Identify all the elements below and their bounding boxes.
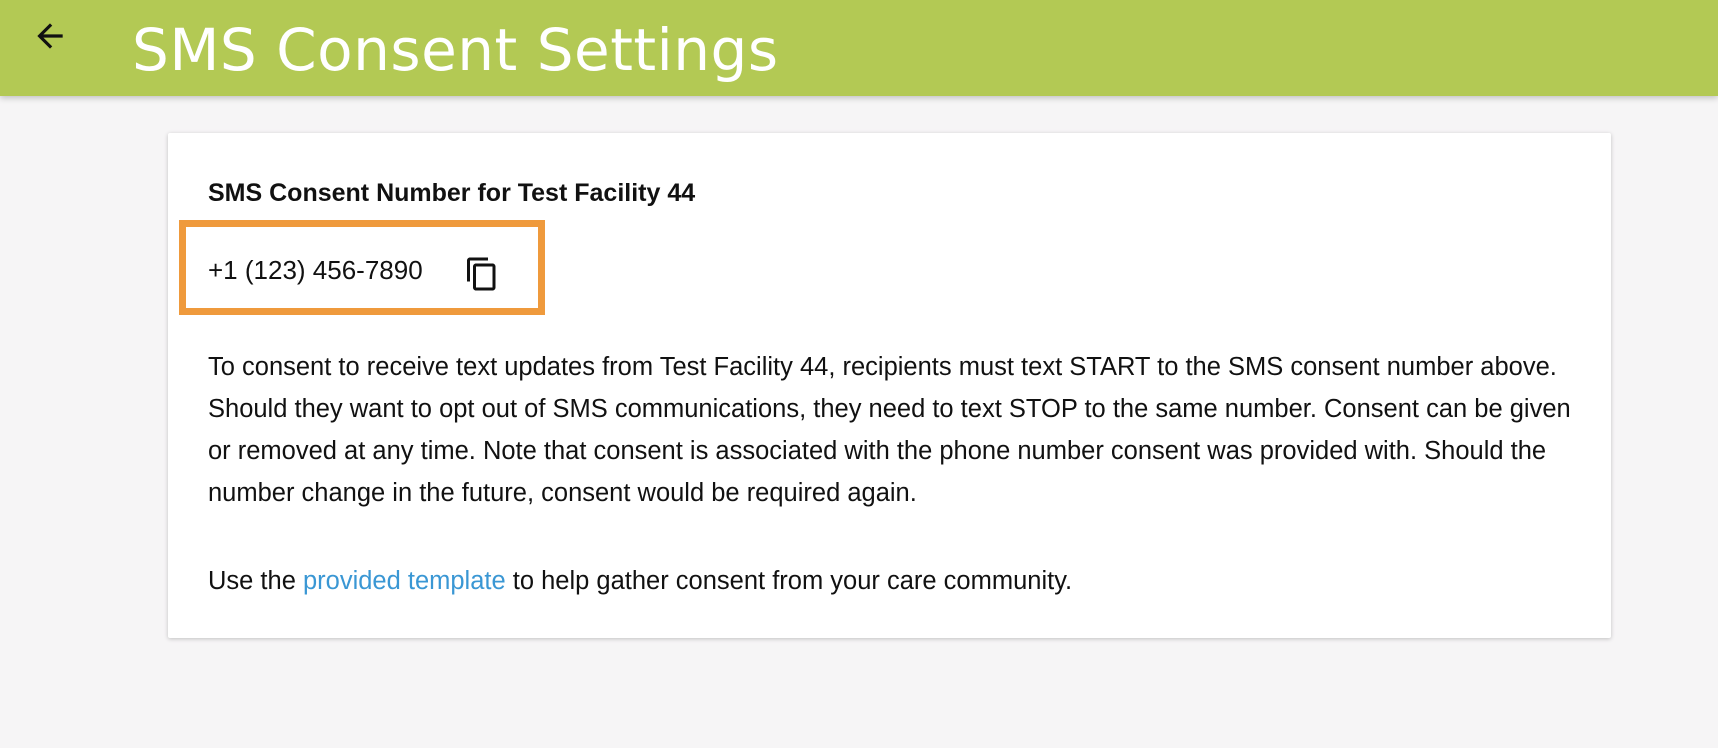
arrow-left-icon [37,23,63,49]
sms-consent-card: SMS Consent Number for Test Facility 44 … [168,133,1611,638]
template-prefix-text: Use the [208,567,303,595]
consent-number-highlight: +1 (123) 456-7890 [179,220,545,315]
consent-description: To consent to receive text updates from … [208,353,1571,507]
template-instruction: Use the provided template to help gather… [208,560,1072,602]
provided-template-link[interactable]: provided template [303,567,506,595]
copy-number-button[interactable] [462,254,502,294]
app-bar: SMS Consent Settings [0,0,1718,96]
consent-phone-number: +1 (123) 456-7890 [208,255,423,285]
back-button[interactable] [26,12,74,60]
card-heading: SMS Consent Number for Test Facility 44 [208,179,696,207]
template-suffix-text: to help gather consent from your care co… [505,567,1073,595]
copy-icon [467,257,496,291]
page-title: SMS Consent Settings [132,16,779,84]
